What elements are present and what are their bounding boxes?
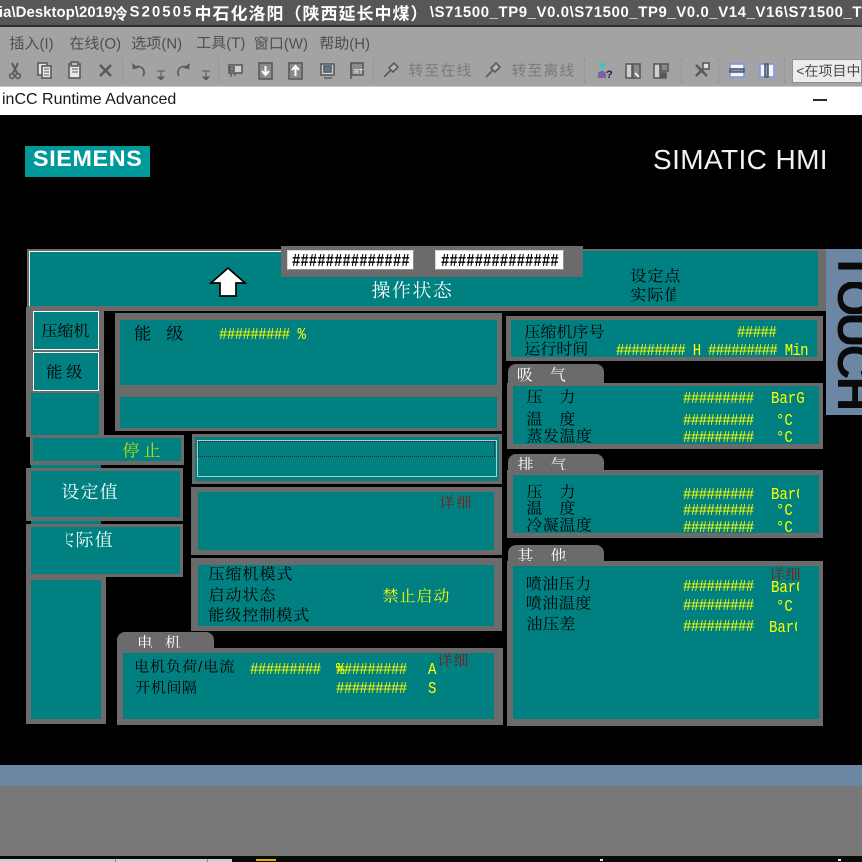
svg-text:?: ?: [606, 69, 613, 81]
svg-text:RT: RT: [354, 69, 364, 76]
